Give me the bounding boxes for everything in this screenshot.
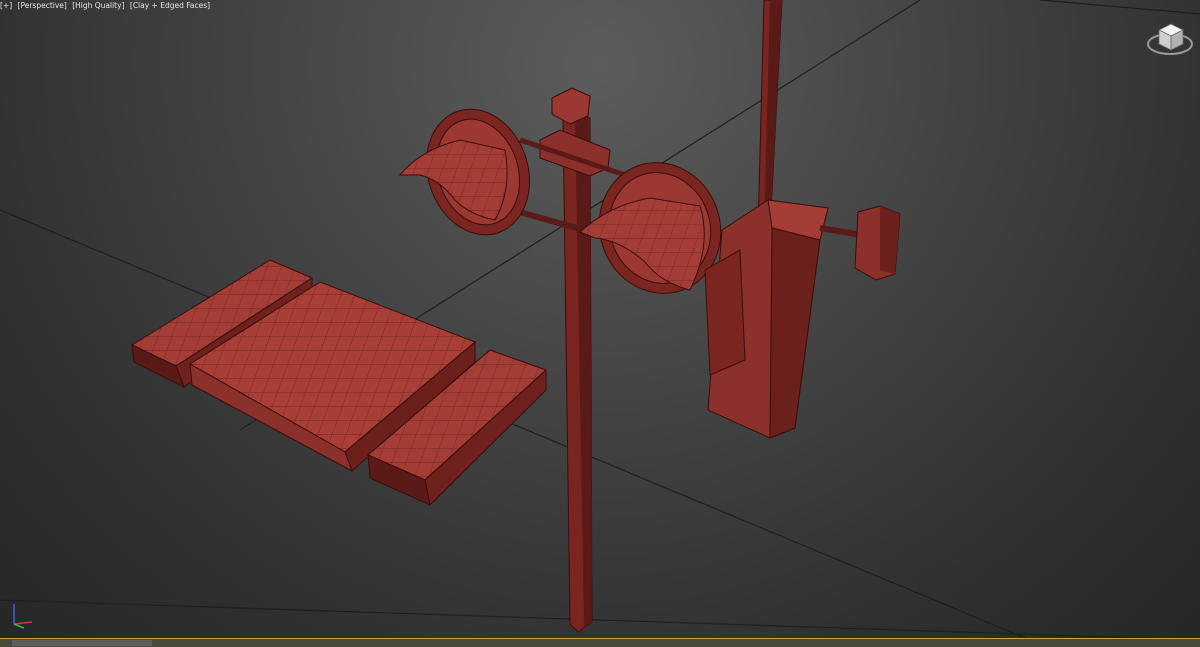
sign-pole-mesh[interactable]	[704, 0, 901, 439]
viewcube-icon[interactable]	[1145, 14, 1195, 62]
axis-tripod-icon	[8, 598, 38, 632]
timeline-slider[interactable]	[12, 640, 152, 646]
left-spot-lamp-mesh[interactable]	[398, 96, 545, 249]
perspective-viewport[interactable]	[0, 0, 1200, 646]
